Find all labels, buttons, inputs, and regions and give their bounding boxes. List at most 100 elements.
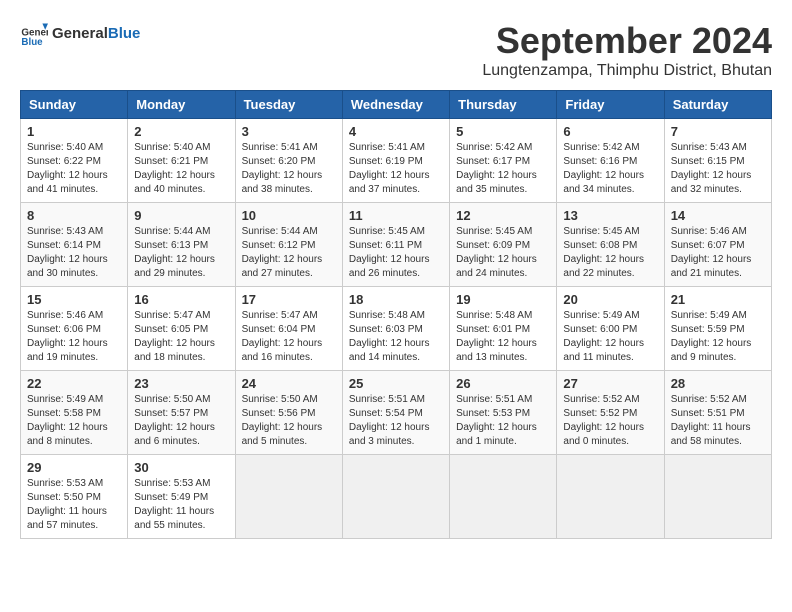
daylight: Daylight: 12 hours and 27 minutes. <box>242 254 323 279</box>
table-row: 12 Sunrise: 5:45 AM Sunset: 6:09 PM Dayl… <box>450 203 557 287</box>
sunset: Sunset: 6:03 PM <box>349 324 423 335</box>
sunrise: Sunrise: 5:53 AM <box>27 478 103 489</box>
daylight: Daylight: 12 hours and 32 minutes. <box>671 170 752 195</box>
table-row: 7 Sunrise: 5:43 AM Sunset: 6:15 PM Dayli… <box>664 119 771 203</box>
daylight: Daylight: 12 hours and 6 minutes. <box>134 422 215 447</box>
table-row: 15 Sunrise: 5:46 AM Sunset: 6:06 PM Dayl… <box>21 287 128 371</box>
sunset: Sunset: 5:51 PM <box>671 408 745 419</box>
sunrise: Sunrise: 5:48 AM <box>456 310 532 321</box>
day-number: 12 <box>456 208 550 223</box>
day-info: Sunrise: 5:49 AM Sunset: 5:58 PM Dayligh… <box>27 393 121 449</box>
table-row: 9 Sunrise: 5:44 AM Sunset: 6:13 PM Dayli… <box>128 203 235 287</box>
sunrise: Sunrise: 5:51 AM <box>456 394 532 405</box>
sunrise: Sunrise: 5:40 AM <box>27 142 103 153</box>
sunrise: Sunrise: 5:49 AM <box>671 310 747 321</box>
table-row: 23 Sunrise: 5:50 AM Sunset: 5:57 PM Dayl… <box>128 371 235 455</box>
table-row: 30 Sunrise: 5:53 AM Sunset: 5:49 PM Dayl… <box>128 455 235 539</box>
day-info: Sunrise: 5:45 AM Sunset: 6:11 PM Dayligh… <box>349 225 443 281</box>
table-row: 29 Sunrise: 5:53 AM Sunset: 5:50 PM Dayl… <box>21 455 128 539</box>
sunrise: Sunrise: 5:42 AM <box>456 142 532 153</box>
day-number: 8 <box>27 208 121 223</box>
day-info: Sunrise: 5:53 AM Sunset: 5:49 PM Dayligh… <box>134 477 228 533</box>
sunrise: Sunrise: 5:42 AM <box>563 142 639 153</box>
daylight: Daylight: 12 hours and 37 minutes. <box>349 170 430 195</box>
sunset: Sunset: 5:52 PM <box>563 408 637 419</box>
day-number: 18 <box>349 292 443 307</box>
sunset: Sunset: 5:50 PM <box>27 492 101 503</box>
logo-blue: Blue <box>108 25 141 42</box>
calendar-week-row: 15 Sunrise: 5:46 AM Sunset: 6:06 PM Dayl… <box>21 287 772 371</box>
day-number: 10 <box>242 208 336 223</box>
sunrise: Sunrise: 5:52 AM <box>671 394 747 405</box>
sunrise: Sunrise: 5:43 AM <box>671 142 747 153</box>
daylight: Daylight: 12 hours and 9 minutes. <box>671 338 752 363</box>
sunrise: Sunrise: 5:51 AM <box>349 394 425 405</box>
day-info: Sunrise: 5:43 AM Sunset: 6:15 PM Dayligh… <box>671 141 765 197</box>
sunset: Sunset: 6:01 PM <box>456 324 530 335</box>
day-info: Sunrise: 5:47 AM Sunset: 6:05 PM Dayligh… <box>134 309 228 365</box>
table-row: 10 Sunrise: 5:44 AM Sunset: 6:12 PM Dayl… <box>235 203 342 287</box>
day-number: 17 <box>242 292 336 307</box>
svg-text:Blue: Blue <box>21 37 43 48</box>
day-info: Sunrise: 5:41 AM Sunset: 6:19 PM Dayligh… <box>349 141 443 197</box>
sunset: Sunset: 6:22 PM <box>27 156 101 167</box>
sunrise: Sunrise: 5:46 AM <box>27 310 103 321</box>
daylight: Daylight: 11 hours and 57 minutes. <box>27 506 107 531</box>
day-number: 27 <box>563 376 657 391</box>
table-row: 22 Sunrise: 5:49 AM Sunset: 5:58 PM Dayl… <box>21 371 128 455</box>
table-row: 17 Sunrise: 5:47 AM Sunset: 6:04 PM Dayl… <box>235 287 342 371</box>
calendar-week-row: 1 Sunrise: 5:40 AM Sunset: 6:22 PM Dayli… <box>21 119 772 203</box>
header-monday: Monday <box>128 91 235 119</box>
header-sunday: Sunday <box>21 91 128 119</box>
table-row: 16 Sunrise: 5:47 AM Sunset: 6:05 PM Dayl… <box>128 287 235 371</box>
day-info: Sunrise: 5:47 AM Sunset: 6:04 PM Dayligh… <box>242 309 336 365</box>
weekday-header-row: Sunday Monday Tuesday Wednesday Thursday… <box>21 91 772 119</box>
sunrise: Sunrise: 5:52 AM <box>563 394 639 405</box>
day-info: Sunrise: 5:48 AM Sunset: 6:03 PM Dayligh… <box>349 309 443 365</box>
sunrise: Sunrise: 5:45 AM <box>563 226 639 237</box>
day-info: Sunrise: 5:51 AM Sunset: 5:54 PM Dayligh… <box>349 393 443 449</box>
day-number: 3 <box>242 124 336 139</box>
day-info: Sunrise: 5:45 AM Sunset: 6:09 PM Dayligh… <box>456 225 550 281</box>
sunrise: Sunrise: 5:50 AM <box>134 394 210 405</box>
day-number: 13 <box>563 208 657 223</box>
day-info: Sunrise: 5:51 AM Sunset: 5:53 PM Dayligh… <box>456 393 550 449</box>
table-row <box>450 455 557 539</box>
daylight: Daylight: 12 hours and 40 minutes. <box>134 170 215 195</box>
daylight: Daylight: 12 hours and 38 minutes. <box>242 170 323 195</box>
title-area: September 2024 Lungtenzampa, Thimphu Dis… <box>482 20 772 80</box>
table-row: 24 Sunrise: 5:50 AM Sunset: 5:56 PM Dayl… <box>235 371 342 455</box>
day-number: 19 <box>456 292 550 307</box>
day-number: 16 <box>134 292 228 307</box>
sunrise: Sunrise: 5:53 AM <box>134 478 210 489</box>
logo: General Blue GeneralBlue <box>20 20 140 48</box>
day-number: 29 <box>27 460 121 475</box>
day-number: 6 <box>563 124 657 139</box>
day-info: Sunrise: 5:50 AM Sunset: 5:56 PM Dayligh… <box>242 393 336 449</box>
daylight: Daylight: 12 hours and 21 minutes. <box>671 254 752 279</box>
table-row: 8 Sunrise: 5:43 AM Sunset: 6:14 PM Dayli… <box>21 203 128 287</box>
day-info: Sunrise: 5:43 AM Sunset: 6:14 PM Dayligh… <box>27 225 121 281</box>
header-wednesday: Wednesday <box>342 91 449 119</box>
sunrise: Sunrise: 5:45 AM <box>349 226 425 237</box>
day-number: 11 <box>349 208 443 223</box>
day-info: Sunrise: 5:45 AM Sunset: 6:08 PM Dayligh… <box>563 225 657 281</box>
table-row: 19 Sunrise: 5:48 AM Sunset: 6:01 PM Dayl… <box>450 287 557 371</box>
day-number: 9 <box>134 208 228 223</box>
day-info: Sunrise: 5:42 AM Sunset: 6:16 PM Dayligh… <box>563 141 657 197</box>
sunset: Sunset: 6:09 PM <box>456 240 530 251</box>
sunrise: Sunrise: 5:43 AM <box>27 226 103 237</box>
table-row: 11 Sunrise: 5:45 AM Sunset: 6:11 PM Dayl… <box>342 203 449 287</box>
table-row <box>557 455 664 539</box>
sunrise: Sunrise: 5:44 AM <box>242 226 318 237</box>
day-number: 14 <box>671 208 765 223</box>
calendar-week-row: 22 Sunrise: 5:49 AM Sunset: 5:58 PM Dayl… <box>21 371 772 455</box>
sunset: Sunset: 6:07 PM <box>671 240 745 251</box>
daylight: Daylight: 12 hours and 13 minutes. <box>456 338 537 363</box>
daylight: Daylight: 12 hours and 29 minutes. <box>134 254 215 279</box>
daylight: Daylight: 12 hours and 22 minutes. <box>563 254 644 279</box>
day-number: 20 <box>563 292 657 307</box>
sunset: Sunset: 6:08 PM <box>563 240 637 251</box>
day-info: Sunrise: 5:40 AM Sunset: 6:22 PM Dayligh… <box>27 141 121 197</box>
sunset: Sunset: 6:05 PM <box>134 324 208 335</box>
